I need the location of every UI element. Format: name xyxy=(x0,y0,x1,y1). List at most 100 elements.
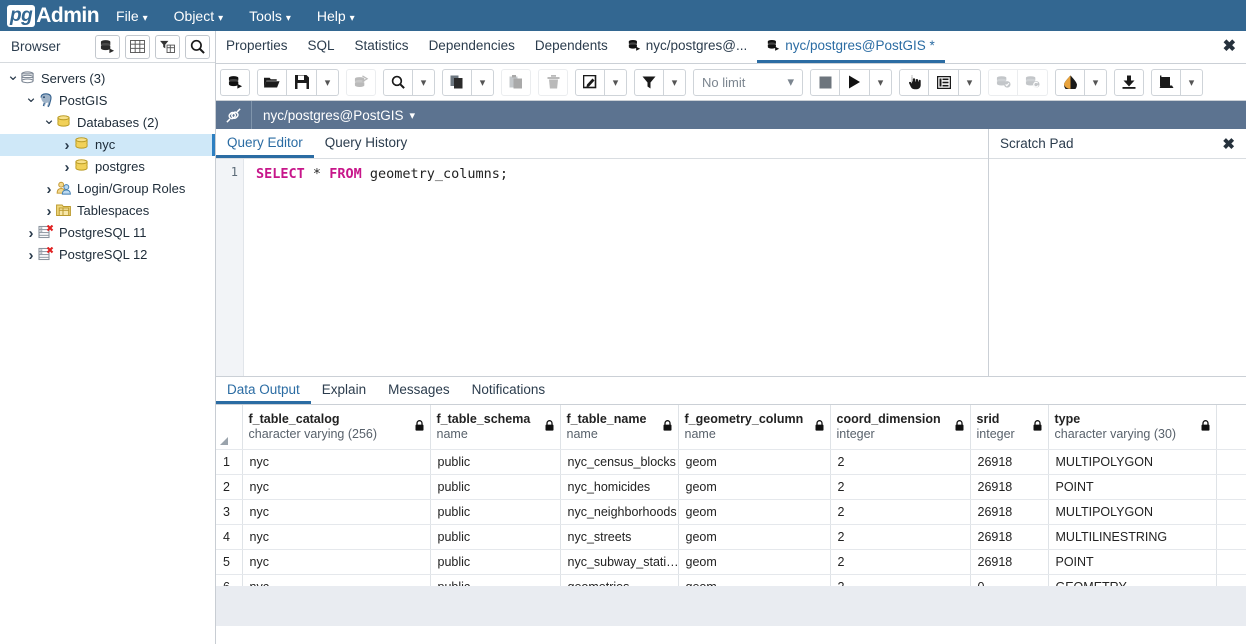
cell-f_table_catalog[interactable]: nyc xyxy=(242,499,430,524)
cell-f_table_name[interactable]: nyc_neighborhoods xyxy=(560,499,678,524)
explain-dropdown[interactable]: ▾ xyxy=(959,69,981,96)
download-csv-button[interactable] xyxy=(1114,69,1144,96)
browser-search-button[interactable] xyxy=(185,35,210,59)
column-header-f_table_name[interactable]: f_table_namename xyxy=(560,405,678,449)
tab-statistics[interactable]: Statistics xyxy=(345,31,419,63)
cell-f_table_schema[interactable]: public xyxy=(430,474,560,499)
browser-object-explorer-button[interactable] xyxy=(95,35,120,59)
tab-query-editor[interactable]: Query Editor xyxy=(216,129,314,158)
tab-messages[interactable]: Messages xyxy=(377,377,461,404)
table-row[interactable]: 1nycpublicnyc_census_blocksgeom226918MUL… xyxy=(216,449,1246,474)
close-icon[interactable]: ✖ xyxy=(1222,135,1235,153)
row-number[interactable]: 3 xyxy=(216,499,242,524)
copy-button[interactable] xyxy=(442,69,472,96)
data-output-grid[interactable]: f_table_catalogcharacter varying (256)f_… xyxy=(216,405,1246,586)
column-header-coord_dimension[interactable]: coord_dimensioninteger xyxy=(830,405,970,449)
chevron-right-icon[interactable] xyxy=(24,247,38,264)
cell-f_table_schema[interactable]: public xyxy=(430,524,560,549)
scratch-pad-textarea[interactable] xyxy=(989,159,1246,376)
table-row[interactable]: 4nycpublicnyc_streetsgeom226918MULTILINE… xyxy=(216,524,1246,549)
cell-srid[interactable]: 26918 xyxy=(970,474,1048,499)
cell-f_table_name[interactable]: nyc_subway_stati… xyxy=(560,549,678,574)
tab-data-output[interactable]: Data Output xyxy=(216,377,311,404)
tree-item-postgresql-12[interactable]: PostgreSQL 12 xyxy=(0,244,215,266)
cell-srid[interactable]: 26918 xyxy=(970,449,1048,474)
cell-type[interactable]: POINT xyxy=(1048,549,1216,574)
tab-notifications[interactable]: Notifications xyxy=(461,377,557,404)
select-all-corner[interactable] xyxy=(216,405,242,449)
explain-analyze-button[interactable] xyxy=(929,69,959,96)
open-query-tool-button[interactable] xyxy=(220,69,250,96)
tab-dependents[interactable]: Dependents xyxy=(525,31,618,63)
table-row[interactable]: 5nycpublicnyc_subway_stati…geom226918POI… xyxy=(216,549,1246,574)
edit-button[interactable] xyxy=(575,69,605,96)
row-number[interactable]: 5 xyxy=(216,549,242,574)
cell-f_table_schema[interactable]: public xyxy=(430,449,560,474)
execute-dropdown[interactable]: ▾ xyxy=(870,69,892,96)
cell-f_table_catalog[interactable]: nyc xyxy=(242,574,430,586)
tab-dependencies[interactable]: Dependencies xyxy=(419,31,525,63)
cell-f_table_catalog[interactable]: nyc xyxy=(242,449,430,474)
cell-f_table_catalog[interactable]: nyc xyxy=(242,474,430,499)
chevron-down-icon[interactable] xyxy=(6,70,20,88)
macros-button[interactable] xyxy=(1151,69,1181,96)
cell-f_table_catalog[interactable]: nyc xyxy=(242,549,430,574)
chevron-right-icon[interactable] xyxy=(24,225,38,242)
chevron-down-icon[interactable] xyxy=(42,114,56,132)
table-row[interactable]: 3nycpublicnyc_neighborhoodsgeom226918MUL… xyxy=(216,499,1246,524)
cell-coord_dimension[interactable]: 2 xyxy=(830,474,970,499)
open-file-button[interactable] xyxy=(257,69,287,96)
column-header-type[interactable]: typecharacter varying (30) xyxy=(1048,405,1216,449)
cell-coord_dimension[interactable]: 2 xyxy=(830,449,970,474)
clear-dropdown[interactable]: ▾ xyxy=(1085,69,1107,96)
cell-srid[interactable]: 26918 xyxy=(970,524,1048,549)
cell-f_table_schema[interactable]: public xyxy=(430,574,560,586)
macros-dropdown[interactable]: ▾ xyxy=(1181,69,1203,96)
cell-type[interactable]: MULTILINESTRING xyxy=(1048,524,1216,549)
tab-explain[interactable]: Explain xyxy=(311,377,377,404)
edit-connection-button[interactable] xyxy=(346,69,376,96)
cell-type[interactable]: GEOMETRY xyxy=(1048,574,1216,586)
row-number[interactable]: 4 xyxy=(216,524,242,549)
cell-f_geometry_column[interactable]: geom xyxy=(678,449,830,474)
sql-editor[interactable]: 1 SELECT * FROM geometry_columns; xyxy=(216,159,988,376)
tree-item-postgres[interactable]: postgres xyxy=(0,156,215,178)
edit-dropdown[interactable]: ▾ xyxy=(605,69,627,96)
connection-select[interactable]: nyc/postgres@PostGIS ▾ xyxy=(252,108,415,123)
column-header-f_geometry_column[interactable]: f_geometry_columnname xyxy=(678,405,830,449)
cell-f_table_catalog[interactable]: nyc xyxy=(242,524,430,549)
menu-file[interactable]: File▾ xyxy=(107,4,157,28)
cell-coord_dimension[interactable]: 2 xyxy=(830,524,970,549)
cell-f_geometry_column[interactable]: geom xyxy=(678,474,830,499)
cell-type[interactable]: MULTIPOLYGON xyxy=(1048,499,1216,524)
cell-f_table_name[interactable]: nyc_homicides xyxy=(560,474,678,499)
save-file-button[interactable] xyxy=(287,69,317,96)
column-header-f_table_schema[interactable]: f_table_schemaname xyxy=(430,405,560,449)
table-row[interactable]: 2nycpublicnyc_homicidesgeom226918POINT xyxy=(216,474,1246,499)
chevron-right-icon[interactable] xyxy=(60,159,74,176)
filter-button[interactable] xyxy=(634,69,664,96)
cell-f_geometry_column[interactable]: geom xyxy=(678,549,830,574)
tree-item-nyc[interactable]: nyc xyxy=(0,134,215,156)
cell-f_geometry_column[interactable]: geom xyxy=(678,499,830,524)
paste-button[interactable] xyxy=(501,69,531,96)
cell-f_table_schema[interactable]: public xyxy=(430,499,560,524)
chevron-right-icon[interactable] xyxy=(42,181,56,198)
cell-f_table_name[interactable]: nyc_census_blocks xyxy=(560,449,678,474)
close-icon[interactable]: ✖ xyxy=(1223,39,1236,55)
explain-button[interactable] xyxy=(899,69,929,96)
tree-item-servers-3[interactable]: Servers (3) xyxy=(0,68,215,90)
sql-code[interactable]: SELECT * FROM geometry_columns; xyxy=(244,159,988,376)
tree-item-tablespaces[interactable]: Tablespaces xyxy=(0,200,215,222)
tab-properties[interactable]: Properties xyxy=(216,31,298,63)
chevron-right-icon[interactable] xyxy=(42,203,56,220)
tab-sql[interactable]: SQL xyxy=(298,31,345,63)
column-header-f_table_catalog[interactable]: f_table_catalogcharacter varying (256) xyxy=(242,405,430,449)
tree-item-postgresql-11[interactable]: PostgreSQL 11 xyxy=(0,222,215,244)
cell-type[interactable]: POINT xyxy=(1048,474,1216,499)
table-row[interactable]: 6nycpublicgeometriesgeom20GEOMETRY xyxy=(216,574,1246,586)
menu-object[interactable]: Object▾ xyxy=(165,4,233,28)
stop-button[interactable] xyxy=(810,69,840,96)
cell-f_geometry_column[interactable]: geom xyxy=(678,574,830,586)
save-file-dropdown[interactable]: ▾ xyxy=(317,69,339,96)
